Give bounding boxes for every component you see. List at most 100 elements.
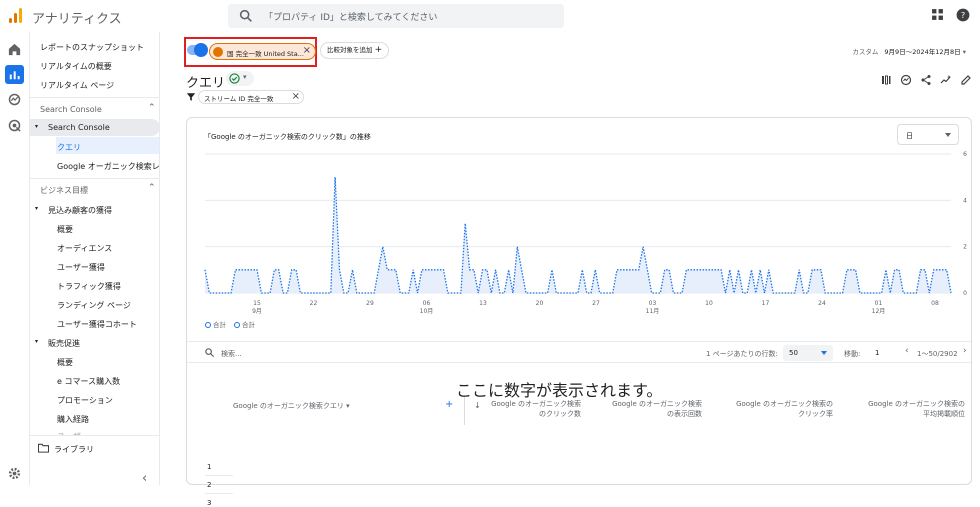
chevron-down-icon: ▾ xyxy=(962,48,966,56)
legend-label: 合計 xyxy=(213,321,226,329)
nav-item-audience[interactable]: オーディエンス xyxy=(57,243,112,254)
nav-item-purchase-journey[interactable]: 購入経路 xyxy=(57,414,89,425)
prev-page-icon[interactable]: ‹ xyxy=(905,346,909,356)
comparison-chip[interactable]: 国 完全一致 United Sta... × xyxy=(209,43,316,60)
chevron-up-icon[interactable]: ⌃ xyxy=(148,103,156,113)
nav-item-library[interactable]: ライブラリ xyxy=(54,444,94,455)
goto-label: 移動: xyxy=(844,350,861,358)
insights-icon[interactable] xyxy=(900,74,912,86)
dropdown-arrow-icon xyxy=(821,351,827,355)
close-icon[interactable]: × xyxy=(303,45,311,56)
advertising-icon[interactable] xyxy=(7,118,22,133)
x-tick-label: 27 xyxy=(592,300,600,307)
x-tick-label: 08 xyxy=(931,300,939,307)
chevron-up-icon[interactable]: ⌃ xyxy=(148,183,156,193)
nav-item-ecommerce[interactable]: e コマース購入数 xyxy=(57,376,120,387)
reports-icon[interactable] xyxy=(5,65,24,84)
rows-per-page-select[interactable]: 50 xyxy=(783,345,833,361)
property-search[interactable]: 「プロパティ ID」と検索してみてください xyxy=(228,4,564,28)
metric-header-line: クリック率 xyxy=(798,410,833,418)
metric-header-ctr[interactable]: Google のオーガニック検索の クリック率 xyxy=(725,399,833,419)
nav-item-realtime-pages[interactable]: リアルタイム ページ xyxy=(40,80,114,91)
filter-chip[interactable]: ストリーム ID 完全一致 × xyxy=(198,90,304,104)
search-placeholder: 「プロパティ ID」と検索してみてください xyxy=(264,13,438,23)
legend-item[interactable]: 合計 xyxy=(234,319,255,329)
metric-header-line: Google のオーガニック検索の xyxy=(868,400,965,408)
nav-item-organic-search[interactable]: Google オーガニック検索レ... xyxy=(57,161,159,172)
x-tick-month-label: 12月 xyxy=(872,308,886,315)
close-icon[interactable]: × xyxy=(292,91,300,102)
explore-icon[interactable] xyxy=(7,92,22,107)
row-divider xyxy=(205,475,233,476)
top-bar: アナリティクス 「プロパティ ID」と検索してみてください ? xyxy=(0,0,980,32)
metric-header-clicks[interactable]: Google のオーガニック検索 のクリック数 xyxy=(484,399,581,419)
nav-item-promotion[interactable]: プロモーション xyxy=(57,395,113,406)
nav-item-realtime-overview[interactable]: リアルタイムの概要 xyxy=(40,61,112,72)
report-toolbar xyxy=(880,74,972,86)
caret-down-icon: ▾ xyxy=(35,338,39,345)
check-circle-icon xyxy=(229,73,240,84)
add-comparison-label: 比較対象を追加 xyxy=(327,46,373,54)
placeholder-notice: ここに数字が表示されます。 xyxy=(456,381,663,400)
y-tick-label: 4 xyxy=(963,197,967,204)
x-tick-label: 13 xyxy=(479,300,487,307)
compare-columns-icon[interactable] xyxy=(880,74,892,86)
clicks-line-chart: 0246159月22 29 0610月13 20 27 0311月10 17 24 0112月0… xyxy=(204,151,967,315)
filter-chip-label: ストリーム ID 完全一致 xyxy=(204,95,274,103)
nav-item-queries[interactable]: クエリ xyxy=(57,142,81,153)
date-range-picker[interactable]: カスタム 9月9日〜2024年12月8日 ▾ xyxy=(852,46,966,56)
report-nav: レポートのスナップショット リアルタイムの概要 リアルタイム ページ Searc… xyxy=(30,32,160,485)
edit-icon[interactable] xyxy=(960,74,972,86)
nav-item-user-acquisition[interactable]: ユーザー獲得 xyxy=(57,262,105,273)
comparison-color-dot xyxy=(213,47,223,57)
add-comparison-button[interactable]: 比較対象を追加 + xyxy=(320,42,390,59)
nav-group-search-console[interactable]: Search Console xyxy=(48,123,110,132)
x-tick-label: 03 xyxy=(649,300,657,307)
app-title: アナリティクス xyxy=(32,12,122,27)
next-page-icon[interactable]: › xyxy=(963,346,967,356)
nav-section-search-console[interactable]: Search Console xyxy=(40,105,102,114)
nav-item-traffic-acquisition[interactable]: トラフィック獲得 xyxy=(57,281,121,292)
chart-title: 「Google のオーガニック検索のクリック数」の推移 xyxy=(204,133,371,141)
filter-icon[interactable] xyxy=(186,90,196,104)
metric-header-line: Google のオーガニック検索の xyxy=(736,400,833,408)
metric-header-impressions[interactable]: Google のオーガニック検索 の表示回数 xyxy=(605,399,702,419)
x-tick-label: 06 xyxy=(423,300,431,307)
add-dimension-icon[interactable]: + xyxy=(445,400,453,410)
y-tick-label: 2 xyxy=(963,244,967,251)
legend-item[interactable]: 合計 xyxy=(205,319,226,329)
date-range-label: カスタム xyxy=(852,48,879,56)
help-icon[interactable]: ? xyxy=(956,8,970,22)
report-status-button[interactable]: ▾ xyxy=(226,71,254,86)
trend-sparkle-icon[interactable] xyxy=(940,74,952,86)
metric-header-position[interactable]: Google のオーガニック検索の 平均掲載順位 xyxy=(853,399,965,419)
page-title: クエリ xyxy=(186,76,226,91)
nav-section-business-goals[interactable]: ビジネス目標 xyxy=(40,185,88,196)
collapse-nav-icon[interactable]: ‹ xyxy=(142,471,147,485)
goto-input[interactable]: 1 xyxy=(875,349,879,357)
nav-item-acq-overview[interactable]: 概要 xyxy=(57,224,73,235)
search-icon xyxy=(205,348,215,358)
comparison-toggle[interactable] xyxy=(187,43,208,57)
nav-item-sales-overview[interactable]: 概要 xyxy=(57,357,73,368)
rows-per-page-value: 50 xyxy=(789,349,798,357)
nav-group-acquisition[interactable]: 見込み顧客の獲得 xyxy=(48,205,112,216)
nav-item-landing-page[interactable]: ランディング ページ xyxy=(57,300,131,311)
nav-item-acq-cohort[interactable]: ユーザー獲得コホート xyxy=(57,319,137,330)
apps-grid-icon[interactable] xyxy=(931,8,944,21)
home-icon[interactable] xyxy=(7,42,22,57)
column-divider xyxy=(464,397,465,425)
series-line xyxy=(204,177,952,294)
sort-desc-icon[interactable]: ↓ xyxy=(474,401,481,411)
share-icon[interactable] xyxy=(920,74,932,86)
granularity-select[interactable]: 日 xyxy=(897,124,959,145)
y-tick-label: 6 xyxy=(963,151,967,158)
nav-group-sales[interactable]: 販売促進 xyxy=(48,338,80,349)
dropdown-arrow-icon xyxy=(945,133,951,137)
chevron-down-icon: ▾ xyxy=(346,402,350,410)
table-search-input[interactable]: 検索... xyxy=(221,349,242,359)
nav-item-snapshot[interactable]: レポートのスナップショット xyxy=(40,42,144,53)
gear-icon[interactable] xyxy=(7,466,22,481)
dimension-header[interactable]: Google のオーガニック検索クエリ ▾ xyxy=(233,401,350,411)
metric-header-line: の表示回数 xyxy=(667,410,702,418)
